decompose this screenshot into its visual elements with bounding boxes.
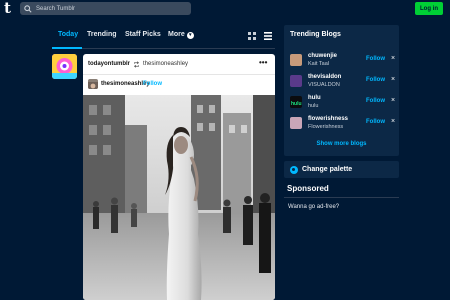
- ad-free-link[interactable]: Wanna go ad-free?: [288, 204, 339, 210]
- trending-blogs-title: Trending Blogs: [290, 31, 341, 38]
- active-tab-indicator: [52, 47, 82, 49]
- top-bar: t Search Tumblr Log in: [0, 0, 450, 18]
- blog-description: Flowerishness: [308, 124, 344, 130]
- follow-button[interactable]: Follow: [143, 81, 162, 87]
- blog-avatar[interactable]: [290, 117, 302, 129]
- follow-button[interactable]: Follow: [366, 98, 385, 104]
- more-options-icon[interactable]: •••: [259, 58, 267, 67]
- blog-avatar[interactable]: [290, 75, 302, 87]
- tab-today[interactable]: Today: [58, 31, 78, 38]
- dismiss-icon[interactable]: ×: [391, 76, 395, 83]
- blog-name[interactable]: chuwenjie: [308, 53, 337, 59]
- svg-text:hulu: hulu: [291, 101, 302, 107]
- follow-button[interactable]: Follow: [366, 119, 385, 125]
- post-divider: [83, 74, 275, 75]
- show-more-blogs-link[interactable]: Show more blogs: [284, 141, 399, 147]
- tab-more-label: More: [168, 31, 185, 38]
- blog-name[interactable]: hulu: [308, 95, 321, 101]
- reblog-source-name[interactable]: thesimoneashley: [143, 61, 188, 67]
- palette-icon: [290, 165, 298, 174]
- source-avatar-icon: [88, 82, 98, 89]
- trending-blog-row[interactable]: flowerishness Flowerishness Follow ×: [290, 115, 395, 135]
- blog-description: Kait Taal: [308, 61, 329, 67]
- hulu-logo-icon: hulu: [291, 101, 302, 107]
- tumblr-logo[interactable]: t: [4, 1, 18, 16]
- trending-blog-row[interactable]: chuwenjie Kait Taal Follow ×: [290, 52, 395, 72]
- reblog-icon: [133, 60, 140, 68]
- tab-staff-picks[interactable]: Staff Picks: [125, 31, 161, 38]
- search-input[interactable]: Search Tumblr: [20, 2, 191, 15]
- feed-tabs: Today Trending Staff Picks More ▾: [52, 29, 275, 49]
- blog-name[interactable]: thevisaldon: [308, 74, 341, 80]
- change-palette-label: Change palette: [302, 166, 353, 173]
- follow-button[interactable]: Follow: [366, 56, 385, 62]
- search-icon: [24, 4, 32, 13]
- avatar-illustration-icon: [52, 54, 77, 79]
- chevron-down-icon: ▾: [186, 32, 194, 39]
- list-view-icon[interactable]: [264, 32, 272, 40]
- source-blog-avatar[interactable]: [88, 79, 98, 89]
- post-card: todayontumblr thesimoneashley ••• thesim…: [83, 54, 275, 300]
- blog-avatar[interactable]: hulu: [290, 96, 302, 108]
- login-button[interactable]: Log in: [415, 2, 443, 15]
- post-blog-name[interactable]: todayontumblr: [88, 61, 130, 67]
- dismiss-icon[interactable]: ×: [391, 97, 395, 104]
- blog-name[interactable]: flowerishness: [308, 116, 348, 122]
- post-photo[interactable]: [83, 95, 275, 300]
- sponsored-heading: Sponsored: [287, 184, 329, 193]
- blog-description: hulu: [308, 103, 319, 109]
- blog-avatar[interactable]: [290, 54, 302, 66]
- post-header: todayontumblr thesimoneashley: [88, 59, 188, 69]
- tab-trending[interactable]: Trending: [87, 31, 117, 38]
- sponsored-divider: [284, 197, 399, 198]
- follow-button[interactable]: Follow: [366, 77, 385, 83]
- blog-description: VISUALDON: [308, 82, 340, 88]
- grid-view-icon[interactable]: [248, 32, 256, 40]
- dismiss-icon[interactable]: ×: [391, 118, 395, 125]
- tab-more[interactable]: More ▾: [168, 31, 194, 39]
- search-placeholder: Search Tumblr: [36, 5, 76, 12]
- post-blog-avatar[interactable]: [52, 54, 77, 79]
- dismiss-icon[interactable]: ×: [391, 55, 395, 62]
- trending-blog-row[interactable]: hulu hulu hulu Follow ×: [290, 94, 395, 114]
- trending-blogs-panel: Trending Blogs chuwenjie Kait Taal Follo…: [284, 25, 399, 156]
- trending-blog-row[interactable]: thevisaldon VISUALDON Follow ×: [290, 73, 395, 93]
- change-palette-button[interactable]: Change palette: [284, 161, 399, 178]
